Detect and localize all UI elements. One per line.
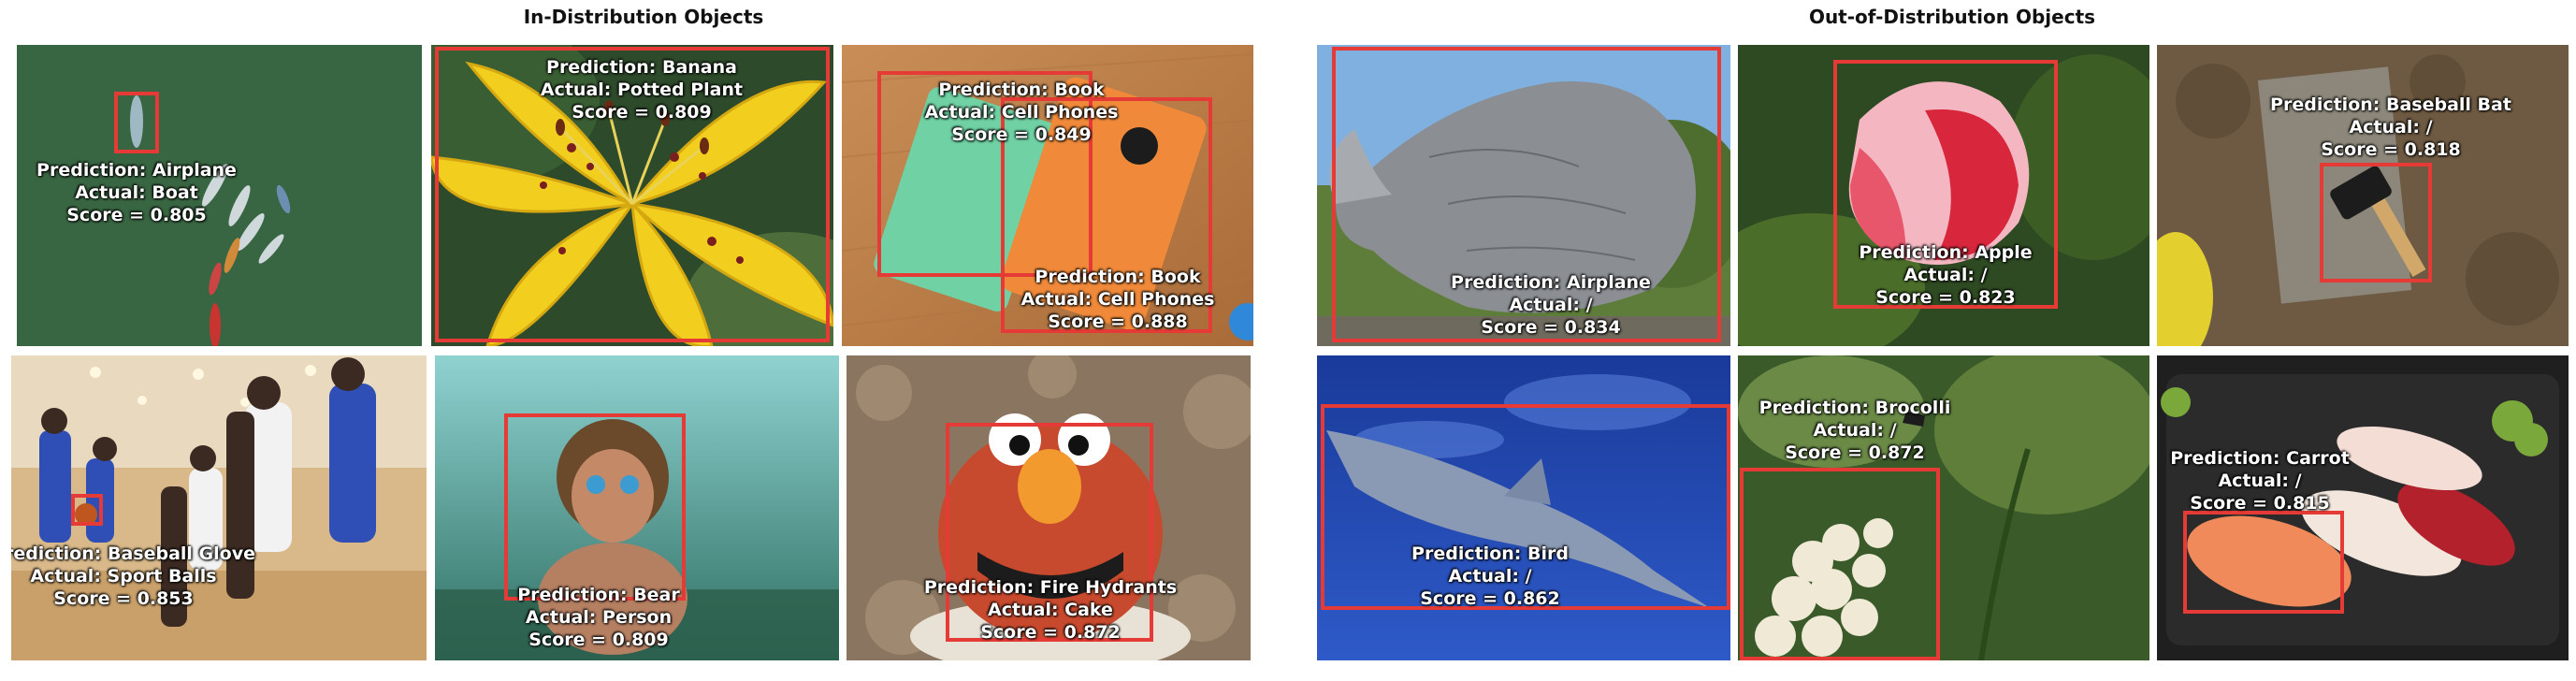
prediction-label: Prediction: Brocolli — [1758, 398, 1951, 418]
caption-elmo-cake: Prediction: Fire Hydrants Actual: Cake S… — [924, 576, 1177, 644]
bbox-swimmer — [504, 413, 686, 601]
caption-phone-orange: Prediction: Book Actual: Cell Phones Sco… — [1021, 266, 1215, 333]
score-label: Score = 0.872 — [1785, 442, 1925, 463]
actual-label: Actual: Sport Balls — [30, 566, 217, 587]
caption-shark: Prediction: Bird Actual: / Score = 0.862 — [1411, 543, 1569, 610]
actual-label: Actual: / — [2349, 117, 2433, 138]
actual-label: Actual: Cell Phones — [924, 102, 1119, 123]
actual-label: Actual: / — [1813, 420, 1897, 441]
panel-shark: Prediction: Bird Actual: / Score = 0.862 — [1317, 355, 1730, 660]
bbox-sushi — [2183, 511, 2344, 614]
actual-label: Actual: / — [2218, 471, 2302, 491]
prediction-label: Prediction: Bear — [517, 585, 680, 605]
panel-swimmer: Prediction: Bear Actual: Person Score = … — [435, 355, 839, 660]
prediction-label: Prediction: Apple — [1859, 242, 2033, 263]
score-label: Score = 0.862 — [1420, 588, 1560, 609]
panel-aerial-boats: Prediction: Airplane Actual: Boat Score … — [17, 45, 422, 346]
actual-label: Actual: Potted Plant — [540, 80, 744, 100]
panel-rose: Prediction: Apple Actual: / Score = 0.82… — [1738, 45, 2149, 346]
prediction-label: Prediction: Baseball Glove — [11, 543, 255, 564]
panel-yellow-lily: Prediction: Banana Actual: Potted Plant … — [431, 45, 833, 346]
bbox-white-flowers — [1740, 468, 1940, 660]
caption-swimmer: Prediction: Bear Actual: Person Score = … — [517, 584, 680, 651]
score-label: Score = 0.805 — [66, 205, 207, 225]
score-label: Score = 0.815 — [2190, 493, 2330, 514]
prediction-label: Prediction: Bird — [1411, 543, 1569, 564]
actual-label: Actual: / — [1448, 566, 1532, 587]
panel-phones: Prediction: Book Actual: Cell Phones Sco… — [842, 45, 1253, 346]
bbox-aerial-boats — [114, 92, 159, 153]
prediction-label: Prediction: Book — [938, 80, 1105, 100]
panel-hammer: Prediction: Baseball Bat Actual: / Score… — [2157, 45, 2569, 346]
caption-sushi: Prediction: Carrot Actual: / Score = 0.8… — [2170, 447, 2350, 514]
bbox-hammer — [2320, 163, 2432, 283]
caption-yellow-lily: Prediction: Banana Actual: Potted Plant … — [541, 56, 743, 123]
panel-elmo-cake: Prediction: Fire Hydrants Actual: Cake S… — [847, 355, 1251, 660]
score-label: Score = 0.849 — [951, 124, 1092, 145]
prediction-label: Prediction: Airplane — [1451, 272, 1651, 293]
actual-label: Actual: Cell Phones — [1020, 289, 1215, 310]
actual-label: Actual: Boat — [75, 182, 198, 203]
score-label: Score = 0.834 — [1481, 317, 1621, 338]
score-label: Score = 0.823 — [1875, 287, 2016, 308]
actual-label: Actual: Cake — [988, 600, 1113, 620]
score-label: Score = 0.872 — [980, 622, 1121, 643]
actual-label: Actual: Person — [525, 607, 673, 628]
panel-rhino: Prediction: Airplane Actual: / Score = 0… — [1317, 45, 1730, 346]
bbox-basketball — [71, 494, 103, 526]
score-label: Score = 0.809 — [572, 102, 712, 123]
actual-label: Actual: / — [1509, 295, 1593, 315]
score-label: Score = 0.818 — [2321, 139, 2461, 160]
prediction-label: Prediction: Book — [1035, 267, 1201, 287]
caption-white-flowers: Prediction: Brocolli Actual: / Score = 0… — [1759, 397, 1951, 464]
panel-white-flowers: Prediction: Brocolli Actual: / Score = 0… — [1738, 355, 2149, 660]
score-label: Score = 0.809 — [528, 630, 669, 650]
panel-basketball: Prediction: Baseball Glove Actual: Sport… — [11, 355, 427, 660]
caption-phone-green: Prediction: Book Actual: Cell Phones Sco… — [925, 79, 1119, 146]
score-label: Score = 0.888 — [1048, 312, 1188, 332]
prediction-label: Prediction: Carrot — [2170, 448, 2350, 469]
actual-label: Actual: / — [1903, 265, 1988, 285]
score-label: Score = 0.853 — [53, 588, 194, 609]
prediction-label: Prediction: Airplane — [36, 160, 237, 181]
prediction-label: Prediction: Fire Hydrants — [923, 577, 1178, 598]
prediction-label: Prediction: Banana — [546, 57, 737, 78]
caption-hammer: Prediction: Baseball Bat Actual: / Score… — [2270, 94, 2511, 161]
prediction-label: Prediction: Baseball Bat — [2270, 94, 2511, 115]
caption-rhino: Prediction: Airplane Actual: / Score = 0… — [1451, 271, 1651, 339]
panel-sushi: Prediction: Carrot Actual: / Score = 0.8… — [2157, 355, 2569, 660]
in-distribution-title: In-Distribution Objects — [523, 6, 764, 28]
out-of-distribution-title: Out-of-Distribution Objects — [1808, 6, 2096, 28]
caption-basketball: Prediction: Baseball Glove Actual: Sport… — [11, 543, 255, 610]
caption-rose: Prediction: Apple Actual: / Score = 0.82… — [1859, 241, 2032, 309]
caption-aerial-boats: Prediction: Airplane Actual: Boat Score … — [36, 159, 237, 226]
